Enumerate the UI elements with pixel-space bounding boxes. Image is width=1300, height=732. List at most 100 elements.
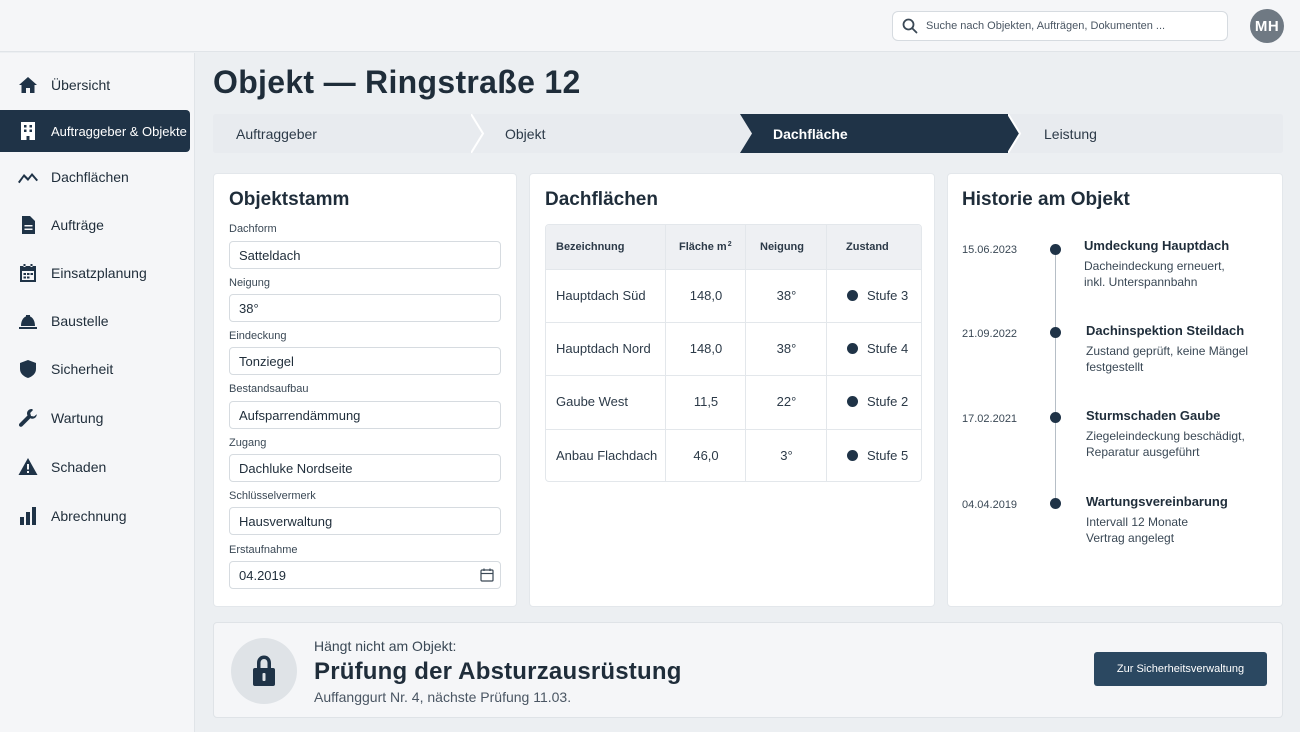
sidebar-item-uebersicht[interactable]: Übersicht bbox=[0, 64, 190, 106]
sidebar-item-label: Einsatzplanung bbox=[51, 265, 147, 281]
zugang-field[interactable] bbox=[229, 454, 501, 482]
wrench-icon bbox=[18, 408, 38, 428]
sidebar-item-baustelle[interactable]: Baustelle bbox=[0, 300, 190, 342]
lock-badge bbox=[231, 638, 297, 704]
timeline-date: 04.04.2019 bbox=[962, 499, 1018, 511]
cell-name: Gaube West bbox=[556, 394, 629, 409]
calendar-icon bbox=[18, 263, 38, 283]
cell-neigung: 38° bbox=[776, 288, 797, 303]
cell-neigung: 38° bbox=[776, 341, 797, 356]
timeline-desc-line: inkl. Unterspannbahn bbox=[1084, 275, 1198, 289]
search-icon bbox=[902, 18, 918, 34]
dachflaechen-title: Dachflächen bbox=[545, 189, 658, 210]
roof-icon bbox=[18, 167, 38, 187]
sidebar-item-label: Wartung bbox=[51, 410, 104, 426]
building-icon bbox=[18, 121, 38, 141]
field-label-neigung: Neigung bbox=[229, 277, 270, 289]
timeline-desc-line: Reparatur ausgeführt bbox=[1086, 445, 1200, 459]
step-auftraggeber[interactable]: Auftraggeber bbox=[213, 114, 483, 153]
sidebar: Übersicht Auftraggeber & Objekte Dachflä… bbox=[0, 53, 195, 732]
search-input[interactable] bbox=[926, 20, 1216, 32]
sidebar-item-dachflaechen[interactable]: Dachflächen bbox=[0, 156, 190, 198]
home-icon bbox=[18, 75, 38, 95]
timeline-desc: Intervall 12 Monate Vertrag angelegt bbox=[1086, 514, 1266, 546]
cell-name: Hauptdach Nord bbox=[556, 341, 651, 356]
status-dot bbox=[847, 396, 858, 407]
timeline-dot bbox=[1050, 498, 1061, 509]
status-label: Stufe 5 bbox=[867, 448, 909, 463]
cell-neigung: 22° bbox=[776, 394, 797, 409]
timeline-desc: Zustand geprüft, keine Mängel festgestell… bbox=[1086, 343, 1266, 375]
column-header: Neigung bbox=[746, 225, 827, 269]
sidebar-item-label: Dachflächen bbox=[51, 169, 129, 185]
dachflaechen-table: Bezeichnung Fläche m2 Neigung Zustand Ha… bbox=[545, 224, 922, 482]
column-header: Bezeichnung bbox=[546, 225, 666, 269]
sidebar-item-auftraege[interactable]: Aufträge bbox=[0, 204, 190, 246]
timeline-title: Sturmschaden Gaube bbox=[1086, 408, 1221, 423]
banner-title: Prüfung der Absturzausrüstung bbox=[314, 658, 682, 685]
timeline-desc-line: Dacheindeckung erneuert, bbox=[1084, 259, 1225, 273]
step-label: Auftraggeber bbox=[236, 125, 317, 142]
cell-flaeche: 11,5 bbox=[693, 394, 719, 409]
helmet-icon bbox=[18, 311, 38, 331]
dachform-field[interactable] bbox=[229, 241, 501, 269]
cell-flaeche: 46,0 bbox=[693, 448, 719, 463]
sidebar-item-schaden[interactable]: Schaden bbox=[0, 446, 190, 488]
banner-subtitle: Hängt nicht am Objekt: bbox=[314, 638, 457, 654]
step-label: Dachfläche bbox=[773, 125, 848, 142]
shield-icon bbox=[18, 359, 38, 379]
document-icon bbox=[18, 215, 38, 235]
timeline-desc-line: Intervall 12 Monate bbox=[1086, 515, 1189, 529]
cell-name: Anbau Flachdach bbox=[556, 448, 658, 463]
dachflaechen-card: Dachflächen Bezeichnung Fläche m2 Neigun… bbox=[529, 173, 935, 607]
field-label-erstaufnahme: Erstaufnahme bbox=[229, 544, 298, 556]
status-dot bbox=[847, 450, 858, 461]
banner-description: Auffanggurt Nr. 4, nächste Prüfung 11.03… bbox=[314, 689, 572, 705]
field-label-dachform: Dachform bbox=[229, 223, 277, 235]
cell-neigung: 3° bbox=[780, 448, 793, 463]
sidebar-item-auftraggeber-objekte[interactable]: Auftraggeber & Objekte bbox=[0, 110, 190, 152]
sidebar-item-label: Schaden bbox=[51, 459, 107, 475]
sidebar-item-label: Abrechnung bbox=[51, 508, 127, 524]
bar-chart-icon bbox=[18, 506, 38, 526]
step-label: Leistung bbox=[1044, 125, 1097, 142]
safety-management-button[interactable]: Zur Sicherheitsverwaltung bbox=[1094, 652, 1267, 686]
field-label-bestandsaufbau: Bestandsaufbau bbox=[229, 383, 309, 395]
sidebar-item-sicherheit[interactable]: Sicherheit bbox=[0, 348, 190, 390]
neigung-field[interactable] bbox=[229, 294, 501, 322]
top-bar: MH bbox=[0, 0, 1300, 52]
column-header: Zustand bbox=[827, 225, 921, 269]
cell-name: Hauptdach Süd bbox=[556, 288, 646, 303]
cell-zustand: Stufe 3 bbox=[827, 269, 921, 322]
sidebar-item-label: Aufträge bbox=[51, 217, 104, 233]
step-leistung[interactable]: Leistung bbox=[1008, 114, 1283, 153]
sidebar-item-label: Auftraggeber & Objekte bbox=[51, 123, 187, 139]
timeline-desc: Ziegeleindeckung beschädigt, Reparatur au… bbox=[1086, 428, 1266, 460]
timeline-desc: Dacheindeckung erneuert, inkl. Unterspann… bbox=[1084, 258, 1264, 290]
step-objekt[interactable]: Objekt bbox=[471, 114, 753, 153]
step-dachflaeche[interactable]: Dachfläche bbox=[740, 114, 1020, 153]
timeline-dot bbox=[1050, 412, 1061, 423]
schluesselvermerk-field[interactable] bbox=[229, 507, 501, 535]
field-label-zugang: Zugang bbox=[229, 437, 267, 449]
status-dot bbox=[847, 290, 858, 301]
bestandsaufbau-field[interactable] bbox=[229, 401, 501, 429]
search-box[interactable] bbox=[892, 11, 1228, 41]
calendar-icon[interactable] bbox=[480, 568, 494, 582]
timeline-date: 21.09.2022 bbox=[962, 328, 1018, 340]
erstaufnahme-field[interactable] bbox=[229, 561, 501, 589]
sidebar-item-wartung[interactable]: Wartung bbox=[0, 397, 190, 439]
avatar[interactable]: MH bbox=[1250, 9, 1284, 43]
sidebar-item-label: Baustelle bbox=[51, 313, 109, 329]
historie-card: Historie am Objekt 15.06.2023 Umdeckung … bbox=[947, 173, 1283, 607]
warning-icon bbox=[18, 457, 38, 477]
historie-title: Historie am Objekt bbox=[962, 189, 1130, 210]
sidebar-item-einsatzplanung[interactable]: Einsatzplanung bbox=[0, 252, 190, 294]
timeline-dot bbox=[1050, 327, 1061, 338]
sidebar-item-label: Sicherheit bbox=[51, 361, 114, 377]
sidebar-item-abrechnung[interactable]: Abrechnung bbox=[0, 495, 190, 537]
status-dot bbox=[847, 343, 858, 354]
timeline-desc-line: festgestellt bbox=[1086, 360, 1144, 374]
cell-zustand: Stufe 2 bbox=[827, 375, 921, 428]
eindeckung-field[interactable] bbox=[229, 347, 501, 375]
